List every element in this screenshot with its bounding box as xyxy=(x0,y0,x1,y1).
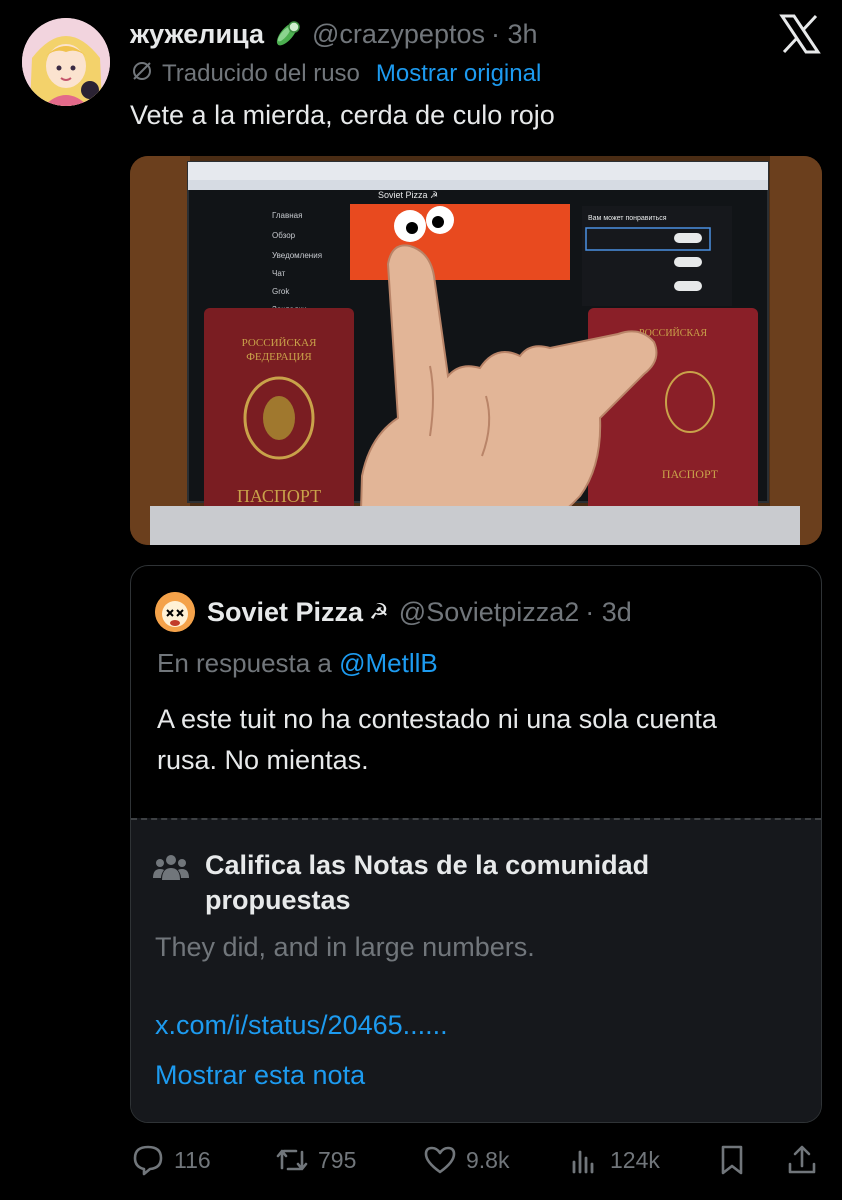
cucumber-emoji-icon xyxy=(272,19,302,49)
share-icon xyxy=(788,1145,816,1174)
author-handle[interactable]: @crazypeptos xyxy=(312,19,485,50)
tweet-header: жужелица @crazypeptos · 3h xyxy=(130,14,538,54)
community-note-body: They did, and in large numbers. xyxy=(155,932,535,962)
tweet-time[interactable]: · 3h xyxy=(491,19,538,50)
reply-button[interactable]: 116 xyxy=(130,1138,211,1182)
repost-icon xyxy=(276,1149,308,1171)
quoted-author-avatar[interactable] xyxy=(155,592,195,632)
people-icon xyxy=(153,852,189,882)
screen-nav-item: Главная xyxy=(272,211,302,220)
tweet-action-bar: 116 795 9.8k 124k xyxy=(0,1138,842,1182)
author-avatar[interactable] xyxy=(22,18,110,106)
show-original-link[interactable]: Mostrar original xyxy=(376,60,541,88)
reply-mention-link[interactable]: @MetllB xyxy=(339,648,438,678)
screen-nav-item: Обзор xyxy=(272,231,296,240)
tweet-photo[interactable]: Soviet Pizza ☭ Главная Обзор Уведомления… xyxy=(130,156,822,545)
screen-nav-item: Grok xyxy=(272,287,290,296)
like-button[interactable]: 9.8k xyxy=(422,1138,509,1182)
quoted-author-handle[interactable]: @Sovietpizza2 xyxy=(399,597,580,628)
screen-nav-item: Чат xyxy=(272,269,286,278)
quoted-tweet-header: Soviet Pizza ☭ @Sovietpizza2 · 3d xyxy=(155,592,632,632)
views-count: 124k xyxy=(610,1146,660,1173)
repost-button[interactable]: 795 xyxy=(274,1138,356,1182)
community-note-link[interactable]: x.com/i/status/20465...... xyxy=(155,1010,448,1041)
like-count: 9.8k xyxy=(466,1146,510,1173)
views-button[interactable]: 124k xyxy=(566,1138,660,1182)
quoted-tweet-time[interactable]: · 3d xyxy=(585,597,632,628)
quoted-tweet[interactable]: Soviet Pizza ☭ @Sovietpizza2 · 3d En res… xyxy=(130,565,822,1123)
translated-label: Traducido del ruso xyxy=(162,60,360,87)
passport-left-title: ПАСПОРТ xyxy=(237,486,321,506)
reply-icon xyxy=(133,1145,163,1176)
screen-side-title: Вам может понравиться xyxy=(588,215,667,222)
passport-right-title: ПАСПОРТ xyxy=(662,467,719,481)
x-logo-icon xyxy=(778,14,822,54)
share-button[interactable] xyxy=(784,1138,820,1182)
community-note-panel: Califica las Notas de la comunidad propu… xyxy=(131,818,821,1122)
passport-left-line1: РОССИЙСКАЯ xyxy=(242,337,318,349)
translate-icon xyxy=(130,59,154,90)
show-note-link[interactable]: Mostrar esta nota xyxy=(155,1060,365,1091)
bookmark-icon xyxy=(721,1145,743,1175)
bookmark-button[interactable] xyxy=(714,1138,750,1182)
hammer-sickle-icon: ☭ xyxy=(369,599,389,624)
reply-count: 116 xyxy=(174,1146,211,1173)
tweet-text: Vete a la mierda, cerda de culo rojo xyxy=(130,100,555,130)
quoted-author-name[interactable]: Soviet Pizza xyxy=(207,597,363,628)
translation-info: Traducido del ruso Mostrar original xyxy=(130,58,541,90)
author-name[interactable]: жужелица xyxy=(130,19,264,50)
screen-profile-name: Soviet Pizza ☭ xyxy=(378,190,438,200)
views-chart-icon xyxy=(572,1150,594,1174)
community-note-title[interactable]: Califica las Notas de la comunidad propu… xyxy=(205,848,765,918)
repost-count: 795 xyxy=(318,1146,357,1173)
reply-prefix: En respuesta a xyxy=(157,648,332,678)
heart-icon xyxy=(424,1146,456,1174)
quoted-tweet-text: A este tuit no ha contestado ni una sola… xyxy=(157,704,717,775)
reply-context: En respuesta a @MetllB xyxy=(157,648,438,679)
screen-nav-item: Уведомления xyxy=(272,251,322,260)
passport-left-line2: ФЕДЕРАЦИЯ xyxy=(246,351,312,363)
